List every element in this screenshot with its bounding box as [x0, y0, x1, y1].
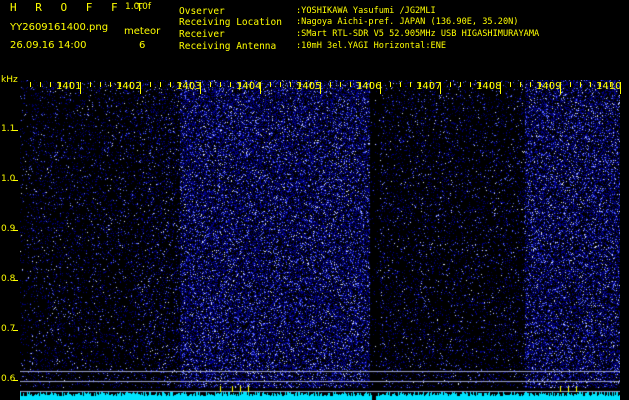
time-subtick-mark: [230, 82, 231, 87]
time-tick-mark: [380, 82, 381, 94]
time-subtick-mark: [220, 82, 221, 87]
receiver-label: Receiver: [179, 29, 225, 40]
time-subtick-mark: [190, 82, 191, 87]
time-subtick-mark: [130, 82, 131, 87]
meteor-count-label: meteor: [124, 26, 161, 37]
time-subtick-mark: [530, 82, 531, 87]
time-tick-mark: [440, 82, 441, 94]
time-subtick-mark: [490, 82, 491, 87]
location-label: Receiving Location: [179, 17, 282, 28]
time-subtick-mark: [610, 82, 611, 87]
time-subtick-mark: [550, 82, 551, 87]
time-subtick-mark: [110, 82, 111, 87]
observer-value: :YOSHIKAWA Yasufumi /JG2MLI: [296, 6, 436, 16]
time-subtick-mark: [390, 82, 391, 87]
time-tick-mark: [140, 82, 141, 94]
time-subtick-mark: [460, 82, 461, 87]
time-tick-mark: [80, 82, 81, 94]
time-subtick-mark: [540, 82, 541, 87]
time-subtick-mark: [330, 82, 331, 87]
antenna-value: :10mH 3el.YAGI Horizontal:ENE: [296, 41, 447, 51]
time-subtick-mark: [420, 82, 421, 87]
time-subtick-mark: [600, 82, 601, 87]
time-subtick-mark: [570, 82, 571, 87]
time-subtick-mark: [120, 82, 121, 87]
time-subtick-mark: [310, 82, 311, 87]
antenna-label: Receiving Antenna: [179, 41, 277, 52]
time-subtick-mark: [290, 82, 291, 87]
time-subtick-mark: [470, 82, 471, 87]
image-filename: YY2609161400.png: [10, 22, 109, 33]
time-subtick-mark: [520, 82, 521, 87]
time-subtick-mark: [360, 82, 361, 87]
time-tick-mark: [200, 82, 201, 94]
meteor-count-value: 6: [139, 40, 146, 51]
spectrogram-canvas: [20, 80, 620, 400]
time-subtick-mark: [450, 82, 451, 87]
frequency-tick-mark: [13, 180, 18, 181]
time-subtick-mark: [60, 82, 61, 87]
time-subtick-mark: [100, 82, 101, 87]
time-subtick-mark: [350, 82, 351, 87]
frequency-tick-mark: [13, 130, 18, 131]
time-tick-mark: [500, 82, 501, 94]
time-subtick-mark: [150, 82, 151, 87]
frequency-tick-mark: [13, 230, 18, 231]
time-subtick-mark: [340, 82, 341, 87]
time-tick-mark: [260, 82, 261, 94]
time-subtick-mark: [50, 82, 51, 87]
time-subtick-mark: [90, 82, 91, 87]
time-subtick-mark: [170, 82, 171, 87]
spectrogram-panel: [20, 80, 620, 400]
receiver-value: :SMart RTL-SDR V5 52.905MHz USB HIGASHIM…: [296, 29, 540, 39]
time-subtick-mark: [430, 82, 431, 87]
frequency-tick-mark: [13, 280, 18, 281]
location-value: :Nagoya Aichi-pref. JAPAN (136.90E, 35.2…: [296, 17, 519, 27]
frequency-tick-mark: [13, 380, 18, 381]
time-subtick-mark: [40, 82, 41, 87]
time-subtick-mark: [580, 82, 581, 87]
time-subtick-mark: [410, 82, 411, 87]
frequency-tick-mark: [13, 330, 18, 331]
time-tick-mark: [320, 82, 321, 94]
time-subtick-mark: [400, 82, 401, 87]
time-subtick-mark: [180, 82, 181, 87]
time-subtick-mark: [480, 82, 481, 87]
time-subtick-mark: [510, 82, 511, 87]
time-subtick-mark: [270, 82, 271, 87]
observer-label: Ovserver: [179, 6, 225, 17]
time-subtick-mark: [280, 82, 281, 87]
hrofft-window: H R O F F T 1.0.0f YY2609161400.png mete…: [0, 0, 629, 400]
time-subtick-mark: [240, 82, 241, 87]
time-subtick-mark: [160, 82, 161, 87]
app-version: 1.0.0f: [125, 2, 152, 12]
time-subtick-mark: [300, 82, 301, 87]
time-tick-mark: [560, 82, 561, 94]
observation-datetime: 26.09.16 14:00: [10, 40, 87, 51]
frequency-unit-label: kHz: [1, 75, 18, 85]
time-subtick-mark: [70, 82, 71, 87]
time-subtick-mark: [250, 82, 251, 87]
time-subtick-mark: [370, 82, 371, 87]
time-subtick-mark: [590, 82, 591, 87]
time-tick-mark: [620, 82, 621, 94]
time-subtick-mark: [30, 82, 31, 87]
time-subtick-mark: [210, 82, 211, 87]
